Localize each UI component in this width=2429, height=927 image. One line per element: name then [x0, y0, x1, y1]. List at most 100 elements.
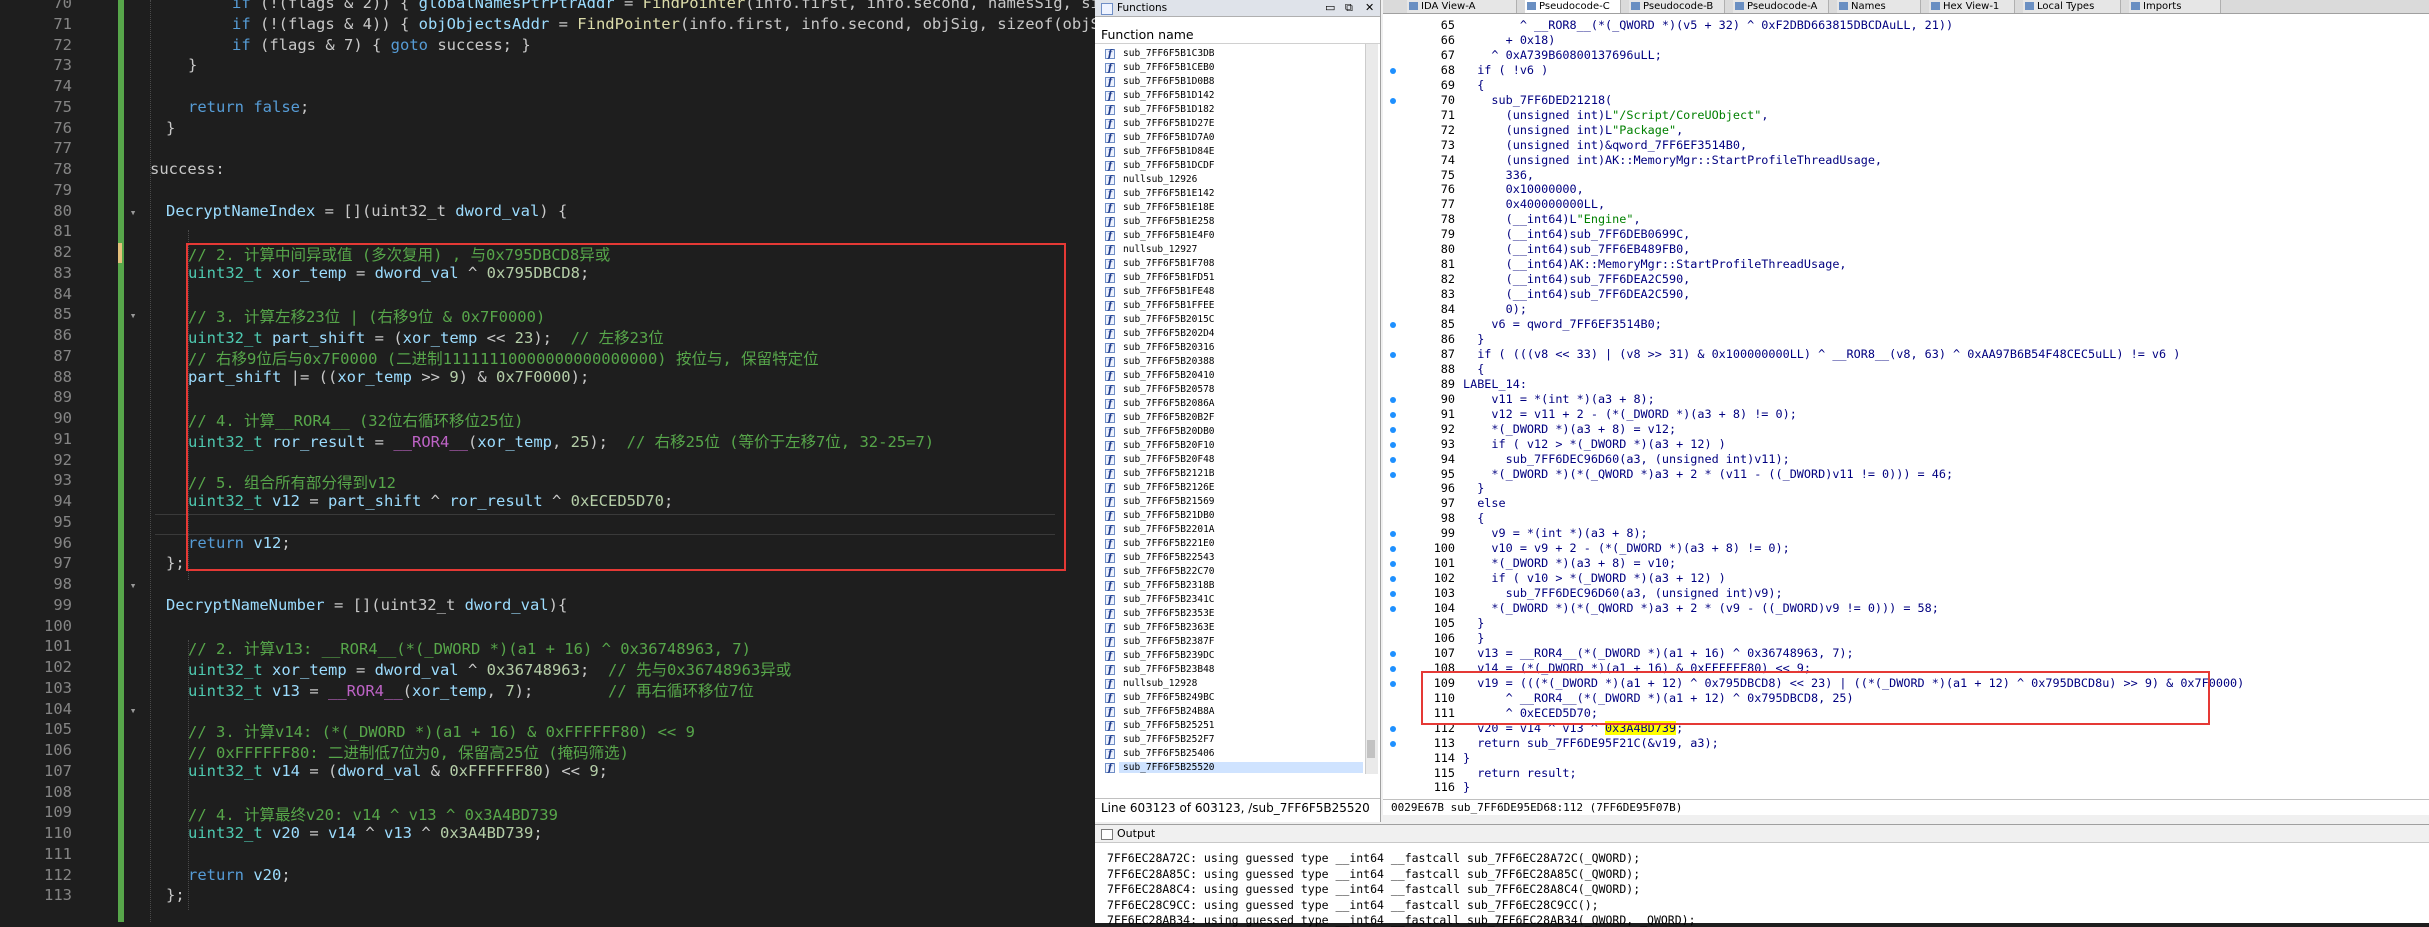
pseudocode-line[interactable]: } — [1463, 631, 1484, 645]
function-list-item[interactable]: sub_7FF6F5B22543 — [1123, 552, 1215, 563]
pseudocode-line[interactable]: { — [1463, 362, 1484, 376]
function-list-item[interactable]: sub_7FF6F5B1D27E — [1123, 118, 1215, 129]
tab-pseudocode-c[interactable]: Pseudocode-C — [1525, 0, 1621, 13]
function-list-item[interactable]: sub_7FF6F5B20578 — [1123, 384, 1215, 395]
function-list-item[interactable]: sub_7FF6F5B1FD51 — [1123, 272, 1215, 283]
breakpoint-dot-icon[interactable] — [1390, 97, 1396, 104]
function-list-item[interactable]: sub_7FF6F5B2318B — [1123, 580, 1215, 591]
pseudocode-line[interactable]: *(_DWORD *)(a3 + 8) = v12; — [1463, 422, 1676, 436]
function-list-item[interactable]: sub_7FF6F5B1E4F0 — [1123, 230, 1215, 241]
pseudocode-line[interactable]: LABEL_14: — [1463, 377, 1527, 391]
pseudocode-line[interactable]: ^ 0xA739B60800137696uLL; — [1463, 48, 1661, 62]
function-list-item[interactable]: sub_7FF6F5B2387F — [1123, 636, 1215, 647]
pseudocode-line[interactable]: (unsigned int)L"/Script/CoreUObject", — [1463, 108, 1769, 122]
breakpoint-dot-icon[interactable] — [1390, 606, 1396, 613]
breakpoint-dot-icon[interactable] — [1390, 441, 1396, 448]
function-list-item[interactable]: sub_7FF6F5B2363E — [1123, 622, 1215, 633]
pseudocode-line[interactable]: 336, — [1463, 168, 1534, 182]
function-list-item[interactable]: sub_7FF6F5B20F48 — [1123, 454, 1215, 465]
pseudocode-line[interactable]: (__int64)L"Engine", — [1463, 212, 1641, 226]
functions-scrollbar-thumb[interactable] — [1367, 740, 1375, 758]
functions-scrollbar[interactable] — [1365, 44, 1378, 774]
pseudocode-line[interactable]: { — [1463, 511, 1484, 525]
function-list-item[interactable]: sub_7FF6F5B2201A — [1123, 524, 1215, 535]
function-list-item[interactable]: sub_7FF6F5B252F7 — [1123, 734, 1215, 745]
pseudocode-line[interactable]: + 0x18) — [1463, 33, 1556, 47]
tab-pseudocode-a[interactable]: Pseudocode-A — [1733, 0, 1829, 13]
function-list-item[interactable]: sub_7FF6F5B25251 — [1123, 720, 1215, 731]
function-list-item[interactable]: sub_7FF6F5B1D84E — [1123, 146, 1215, 157]
pseudocode-line[interactable]: if ( (((v8 << 33) | (v8 >> 31) & 0x10000… — [1463, 347, 2180, 361]
function-list-item[interactable]: sub_7FF6F5B25406 — [1123, 748, 1215, 759]
function-list-item[interactable]: sub_7FF6F5B23B48 — [1123, 664, 1215, 675]
tab-imports[interactable]: Imports — [2129, 0, 2221, 13]
pseudocode-line[interactable]: } — [1463, 780, 1470, 794]
fold-toggle-icon[interactable]: ▾ — [126, 704, 140, 718]
function-list-item[interactable]: sub_7FF6F5B1C3DB — [1123, 48, 1215, 59]
pseudocode-line[interactable]: 0x400000000LL, — [1463, 197, 1605, 211]
pseudocode-view[interactable]: 65 ^ __ROR8__(*(_QWORD *)(v5 + 32) ^ 0xF… — [1383, 14, 2429, 814]
pseudocode-line[interactable]: } — [1463, 751, 1470, 765]
function-list-item[interactable]: nullsub_12928 — [1123, 678, 1197, 689]
pseudocode-line[interactable]: (__int64)sub_7FF6DEB0699C, — [1463, 227, 1691, 241]
function-list-item[interactable]: sub_7FF6F5B2353E — [1123, 608, 1215, 619]
breakpoint-dot-icon[interactable] — [1390, 650, 1396, 657]
pseudocode-line[interactable]: if ( v12 > *(_DWORD *)(a3 + 12) ) — [1463, 437, 1725, 451]
pseudocode-line[interactable]: return sub_7FF6DE95F21C(&v19, a3); — [1463, 736, 1718, 750]
minimize-icon[interactable]: ▭ — [1325, 0, 1335, 16]
breakpoint-dot-icon[interactable] — [1390, 411, 1396, 418]
close-icon[interactable]: ✕ — [1365, 0, 1374, 16]
function-list-item[interactable]: sub_7FF6F5B1D142 — [1123, 90, 1215, 101]
function-list-item[interactable]: sub_7FF6F5B21DB0 — [1123, 510, 1215, 521]
function-list-item[interactable]: sub_7FF6F5B239DC — [1123, 650, 1215, 661]
function-list-item[interactable]: sub_7FF6F5B1E18E — [1123, 202, 1215, 213]
pseudocode-line[interactable]: 0); — [1463, 302, 1527, 316]
pseudocode-line[interactable]: (unsigned int)L"Package", — [1463, 123, 1684, 137]
function-list-item[interactable]: sub_7FF6F5B20B2F — [1123, 412, 1215, 423]
function-list-item[interactable]: sub_7FF6F5B1FFEE — [1123, 300, 1215, 311]
breakpoint-dot-icon[interactable] — [1390, 396, 1396, 403]
breakpoint-dot-icon[interactable] — [1390, 426, 1396, 433]
breakpoint-dot-icon[interactable] — [1390, 471, 1396, 478]
function-list-item[interactable]: sub_7FF6F5B202D4 — [1123, 328, 1215, 339]
tab-ida-view-a[interactable]: IDA View-A — [1407, 0, 1517, 13]
pseudocode-line[interactable]: v13 = __ROR4__(*(_DWORD *)(a1 + 16) ^ 0x… — [1463, 646, 1853, 660]
breakpoint-dot-icon[interactable] — [1390, 456, 1396, 463]
pseudocode-line[interactable]: { — [1463, 78, 1484, 92]
function-list-item[interactable]: sub_7FF6F5B1D0B8 — [1123, 76, 1215, 87]
function-list-item[interactable]: sub_7FF6F5B2015C — [1123, 314, 1215, 325]
breakpoint-dot-icon[interactable] — [1390, 322, 1396, 328]
function-list-item[interactable]: sub_7FF6F5B1F708 — [1123, 258, 1215, 269]
function-list-item[interactable]: sub_7FF6F5B2341C — [1123, 594, 1215, 605]
function-list-item[interactable]: sub_7FF6F5B20F10 — [1123, 440, 1215, 451]
code-editor[interactable]: 70 if (!(flags & 2)) { globalNamesPtrPtrA… — [0, 0, 1095, 922]
function-list-item[interactable]: sub_7FF6F5B2121B — [1123, 468, 1215, 479]
pseudocode-line[interactable]: (__int64)sub_7FF6DEA2C590, — [1463, 272, 1691, 286]
tab-local-types[interactable]: Local Types — [2023, 0, 2121, 13]
pseudocode-line[interactable]: (unsigned int)AK::MemoryMgr::StartProfil… — [1463, 153, 1882, 167]
fold-toggle-icon[interactable]: ▾ — [126, 579, 140, 593]
breakpoint-dot-icon[interactable] — [1390, 740, 1396, 747]
function-list-item[interactable]: sub_7FF6F5B21569 — [1123, 496, 1215, 507]
function-list-item[interactable]: sub_7FF6F5B25520 — [1119, 762, 1363, 773]
pseudocode-line[interactable]: *(_DWORD *)(*(_QWORD *)a3 + 2 * (v11 - (… — [1463, 467, 1953, 481]
function-list-item[interactable]: sub_7FF6F5B20DB0 — [1123, 426, 1215, 437]
pseudocode-line[interactable]: (unsigned int)&qword_7FF6EF3514B0, — [1463, 138, 1747, 152]
pseudocode-line[interactable]: if ( !v6 ) — [1463, 63, 1548, 77]
pseudocode-line[interactable]: } — [1463, 481, 1484, 495]
pseudocode-line[interactable]: v10 = v9 + 2 - (*(_DWORD *)(a3 + 8) != 0… — [1463, 541, 1789, 555]
function-list-item[interactable]: sub_7FF6F5B1E142 — [1123, 188, 1215, 199]
function-list-item[interactable]: sub_7FF6F5B20388 — [1123, 356, 1215, 367]
breakpoint-dot-icon[interactable] — [1390, 680, 1396, 687]
pseudocode-line[interactable]: *(_DWORD *)(*(_QWORD *)a3 + 2 * (v9 - ((… — [1463, 601, 1938, 615]
fold-toggle-icon[interactable]: ▾ — [126, 309, 140, 323]
pseudocode-line[interactable]: sub_7FF6DEC96D60(a3, (unsigned int)v9); — [1463, 586, 1783, 600]
function-list-item[interactable]: sub_7FF6F5B1CEB0 — [1123, 62, 1215, 73]
function-list-item[interactable]: sub_7FF6F5B221E0 — [1123, 538, 1215, 549]
function-list-item[interactable]: sub_7FF6F5B1DCDF — [1123, 160, 1215, 171]
tab-names[interactable]: Names — [1837, 0, 1921, 13]
function-list-item[interactable]: sub_7FF6F5B22C70 — [1123, 566, 1215, 577]
pseudocode-line[interactable]: *(_DWORD *)(a3 + 8) = v10; — [1463, 556, 1676, 570]
pseudocode-line[interactable]: (__int64)sub_7FF6EB489FB0, — [1463, 242, 1691, 256]
pseudocode-line[interactable]: return result; — [1463, 766, 1576, 780]
